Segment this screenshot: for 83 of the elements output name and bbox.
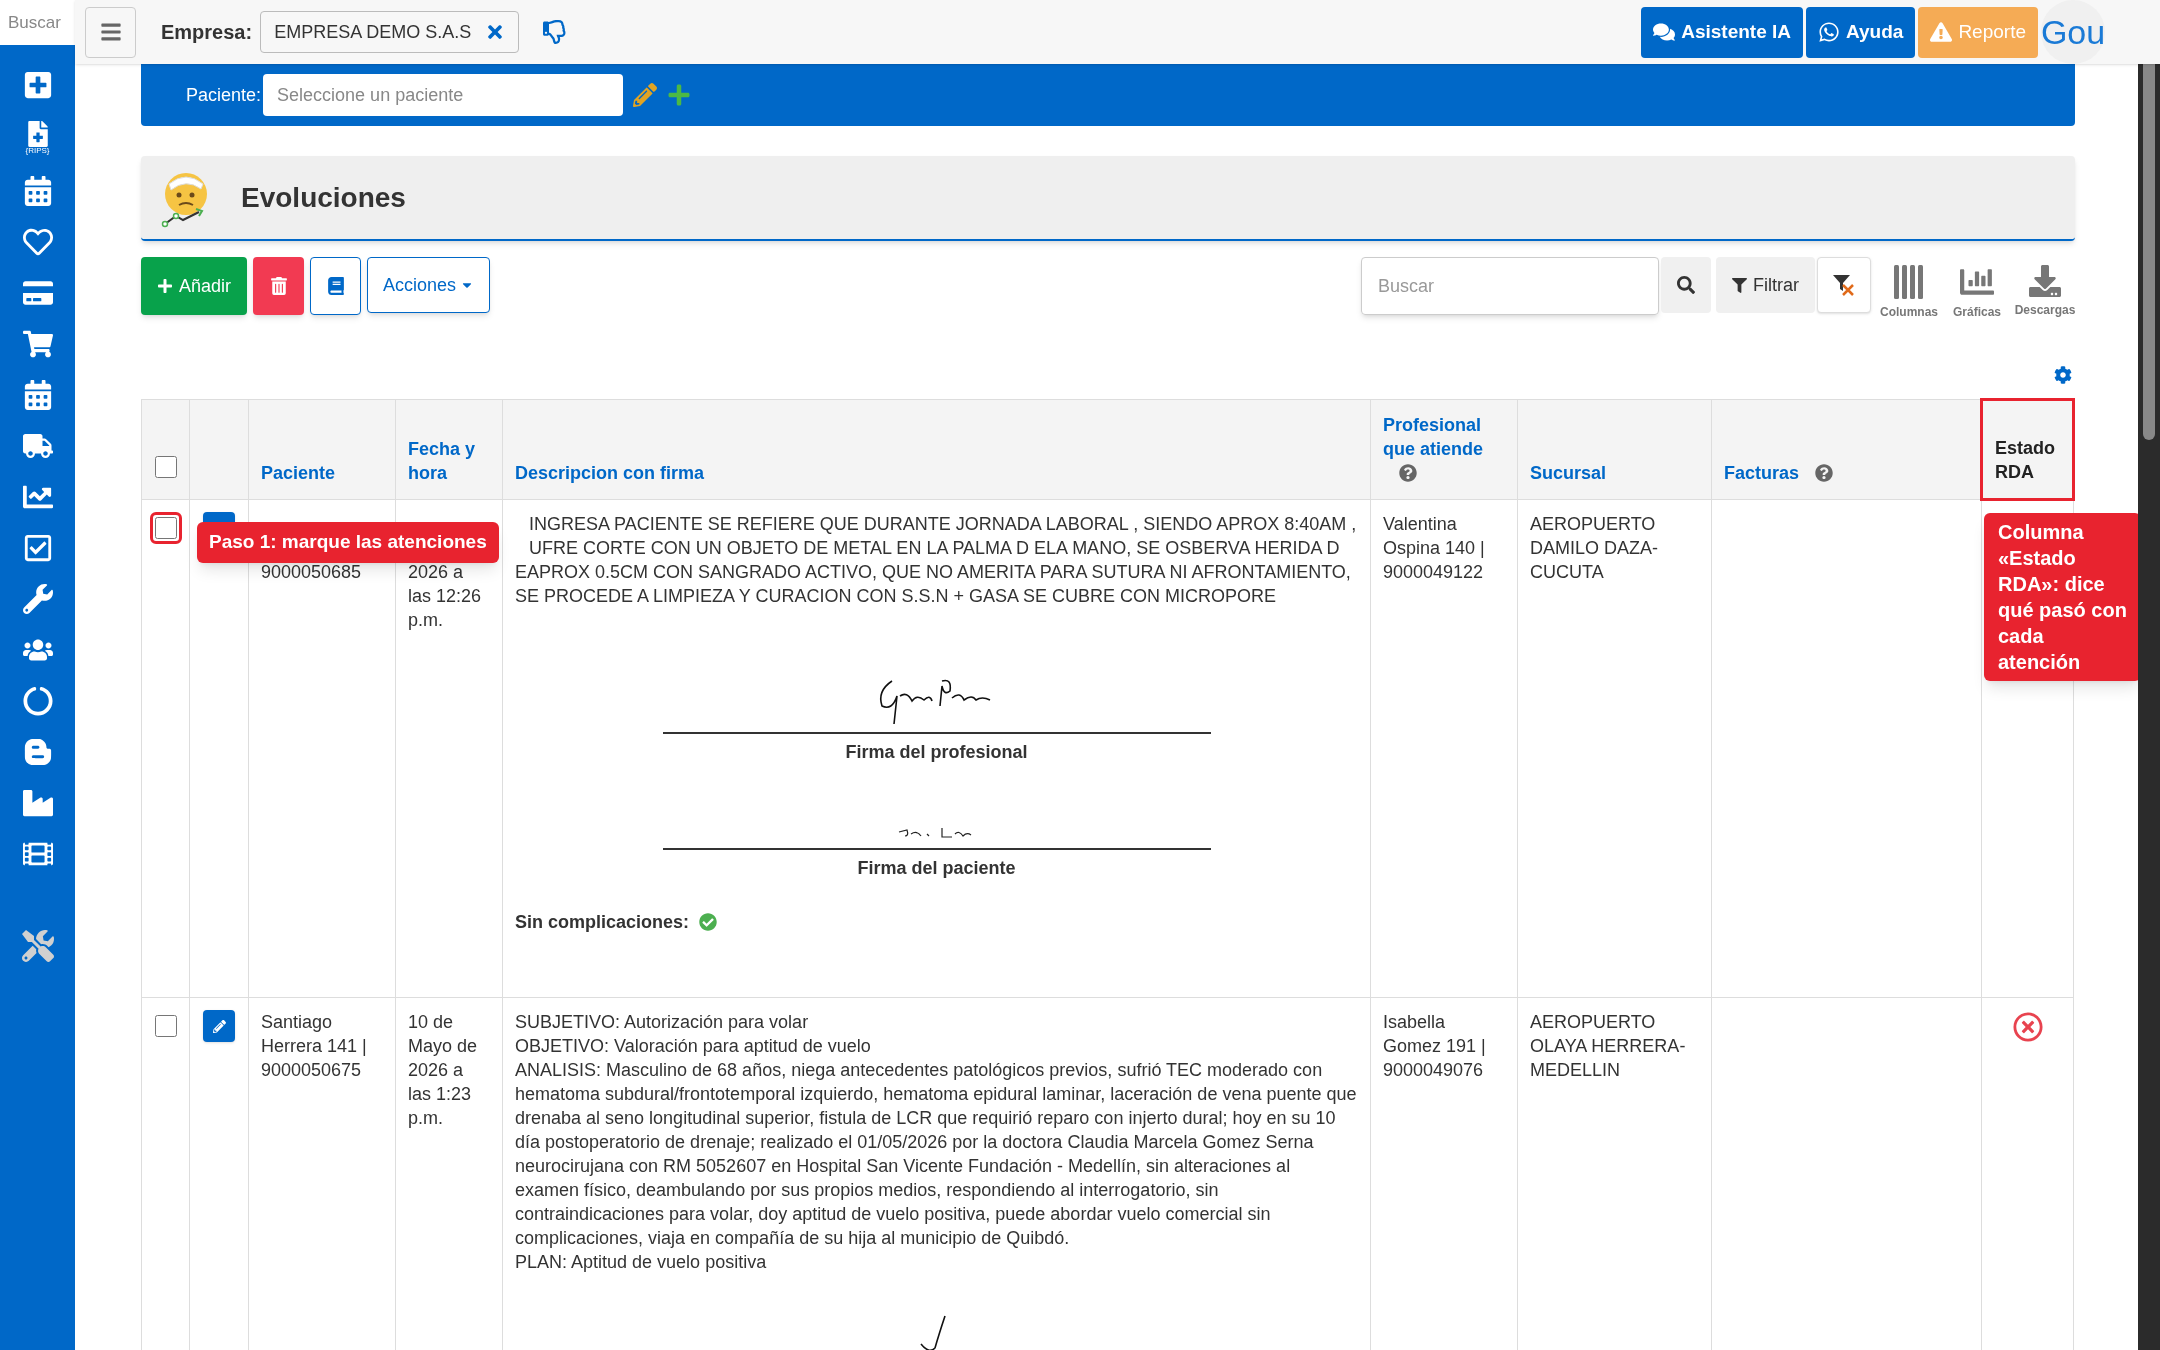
description-text: PLAN: Aptitud de vuelo positiva: [515, 1251, 768, 1274]
column-header[interactable]: Descripcion con firma: [502, 399, 1371, 500]
warning-icon: [1930, 21, 1953, 43]
select-all-checkbox[interactable]: [154, 456, 177, 478]
complications-label: Sin complicaciones:: [515, 911, 690, 934]
tooltip: Columna «Estado RDA»: dice qué pasó con cada atención: [1984, 513, 2141, 681]
menu-button[interactable]: [85, 6, 136, 58]
row-checkbox[interactable]: [149, 512, 182, 544]
empresa-label: Empresa:: [161, 20, 253, 45]
filter-button[interactable]: Filtrar: [1716, 257, 1815, 313]
header-button[interactable]: Asistente IA: [1641, 6, 1803, 58]
patient-label: Paciente:: [186, 83, 262, 107]
filter-icon: [1732, 277, 1747, 293]
search-button[interactable]: [1661, 257, 1711, 313]
search-icon: [1677, 276, 1695, 294]
column-header[interactable]: Sucursal: [1517, 399, 1712, 500]
truck-icon[interactable]: [22, 431, 53, 461]
description-text: UFRE CORTE CON UN OBJETO DE METAL EN LA PALMA D ELA MANO, SE OSBERVA HERIDA D: [528, 537, 1341, 560]
thumbs-down-icon[interactable]: [543, 20, 568, 44]
help-icon[interactable]: [1399, 464, 1417, 482]
column-header[interactable]: Paciente: [248, 399, 396, 500]
date-cell: 10 de Mayo de 2026 a las 1:23 p.m.: [408, 1012, 478, 1128]
columns-icon: [1893, 265, 1925, 299]
settings-icon[interactable]: [2054, 366, 2072, 384]
description-text: SUBJETIVO: Autorización para volar: [515, 1011, 810, 1034]
heart-icon[interactable]: [22, 227, 53, 257]
description-text: INGRESA PACIENTE SE REFIERE QUE DURANTE JORNADA LABORAL , SIENDO APROX 8:40AM ,: [528, 513, 1358, 536]
delete-button[interactable]: [253, 257, 305, 315]
date-cell: 2026 a las 12:26 p.m.: [408, 562, 482, 630]
actions-dropdown[interactable]: Acciones: [367, 257, 491, 313]
whatsapp-icon: [1818, 21, 1840, 43]
b-letter-icon[interactable]: [22, 737, 53, 767]
description-text: OBJETIVO: Valoración para aptitud de vuelo: [515, 1035, 872, 1058]
patient-cell: 9000050685: [261, 562, 362, 582]
company-select[interactable]: EMPRESA DEMO S.A.S: [260, 11, 520, 53]
patient-cell: Santiago Herrera 141 | 9000050675: [261, 1012, 367, 1080]
calendar-icon[interactable]: [22, 176, 53, 206]
factory-icon[interactable]: [22, 788, 53, 818]
wrench-icon[interactable]: [22, 584, 53, 614]
column-header[interactable]: Fecha y hora: [395, 399, 503, 500]
branch-cell: AEROPUERTO DAMILO DAZA-CUCUTA: [1530, 514, 1658, 582]
plus-icon: [157, 278, 173, 294]
branch-cell: AEROPUERTO OLAYA HERRERA-MEDELLIN: [1530, 1012, 1686, 1080]
calendar-icon[interactable]: [22, 380, 53, 410]
tools-icon[interactable]: [21, 930, 54, 962]
search-field[interactable]: Buscar: [1361, 257, 1659, 315]
signature-label: Firma del paciente: [857, 857, 1016, 880]
tool-button[interactable]: Descargas: [2015, 257, 2075, 321]
checkbox-icon[interactable]: [22, 533, 53, 563]
professional-cell: Isabella Gomez 191 | 9000049076: [1383, 1012, 1486, 1080]
patient-field[interactable]: Seleccione un paciente: [263, 74, 624, 116]
header-button[interactable]: Ayuda: [1806, 6, 1916, 58]
search-field[interactable]: Buscar: [0, 0, 75, 45]
chat-icon: [1653, 21, 1676, 43]
column-header[interactable]: Estado RDA: [1981, 399, 2074, 500]
credit-card-icon[interactable]: [22, 278, 53, 308]
tool-button[interactable]: Gráficas: [1947, 257, 2007, 321]
page-title: Evoluciones: [241, 180, 406, 215]
menu-icon: [99, 21, 122, 43]
ring-icon[interactable]: [22, 686, 53, 716]
pencil-icon[interactable]: [633, 83, 658, 107]
cart-icon[interactable]: [22, 329, 53, 359]
book-button[interactable]: [310, 257, 362, 315]
description-text: ANALISIS: Masculino de 68 años, niega antecedentes patológicos previos, sufrió TEC moderado con hematoma subdural/frontotemporal izquierdo, hematoma epidural laminar, laceración de vena puente que drenaba al seno longitudinal superior, fistula de LCR que requirió reparo con injerto dural; hoy en su 10 día postoperatorio de drenaje; realizado el 01/05/2026 por la doctora Claudia Marcela Gomez Serna neurocirujana con RM 5052607 en Hospital San Vicente Fundación - Medellín, sin alteraciones al examen físico, deambulando por sus propios medios, respondiendo al interrogatorio, sin contraindicaciones para volar, doy aptitud de vuelo positiva, puede abordar vuelo comercial sin complicaciones, viaja en compañía de su hija al municipio de Quibdó.: [515, 1059, 1358, 1250]
tool-button[interactable]: Columnas: [1879, 257, 1939, 321]
column-header[interactable]: Facturas: [1711, 399, 1982, 500]
avatar[interactable]: Gou: [2041, 0, 2105, 64]
tooltip: Paso 1: marque las atenciones: [197, 522, 499, 563]
clear-filter-button[interactable]: [1817, 257, 1871, 313]
description-text: SE PROCEDE A LIMPIEZA Y CURACION CON S.S.N + GASA SE CUBRE CON MICROPORE: [515, 585, 1278, 608]
column-header[interactable]: Profesional que atiende: [1370, 399, 1518, 500]
professional-cell: Valentina Ospina 140 | 9000049122: [1383, 514, 1485, 582]
book-icon: [326, 277, 345, 295]
pencil-icon: [212, 1019, 226, 1033]
trash-icon: [269, 277, 288, 295]
signature-label: Firma del profesional: [845, 741, 1028, 764]
description-text: EAPROX 0.5CM CON SANGRADO ACTIVO, QUE NO AMERITA PARA SUTURA NI AFRONTAMIENTO,: [515, 561, 1352, 584]
add-button[interactable]: Añadir: [141, 257, 248, 315]
rips-label: {RIPS}: [25, 147, 50, 155]
help-icon[interactable]: [1815, 464, 1834, 482]
edit-button[interactable]: [203, 1010, 235, 1042]
download-icon: [2029, 265, 2061, 297]
clear-filter-icon: [1832, 273, 1856, 297]
